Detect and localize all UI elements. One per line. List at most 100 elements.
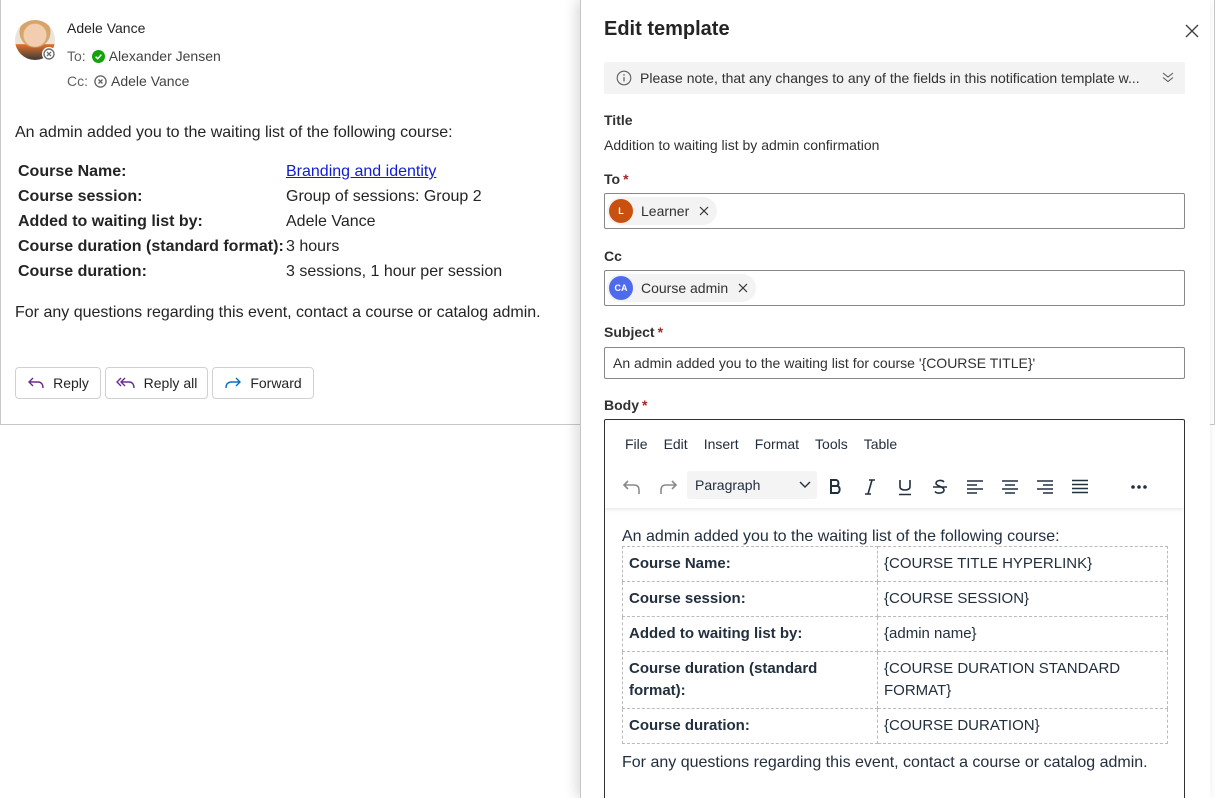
forward-button[interactable]: Forward [212,367,314,399]
to-people-picker[interactable]: L Learner [604,193,1185,229]
required-mark: * [642,397,648,413]
row-key: Added to waiting list by: [622,616,878,652]
notice-text: Please note, that any changes to any of … [640,70,1140,86]
to-recipient[interactable]: Alexander Jensen [109,48,221,64]
italic-icon[interactable] [859,476,881,498]
reply-all-button[interactable]: Reply all [105,367,208,399]
block-format-select[interactable]: Paragraph [687,471,817,499]
row-value: 3 sessions, 1 hour per session [286,263,503,280]
info-icon [616,70,632,86]
email-body: An admin added you to the waiting list o… [15,124,575,321]
subject-label: Subject * [604,324,663,340]
cc-people-picker[interactable]: CA Course admin [604,270,1185,306]
cc-chip-course-admin[interactable]: CA Course admin [607,274,757,302]
to-field-label: To * [604,171,629,187]
presence-available-icon [91,49,105,63]
subject-input[interactable]: An admin added you to the waiting list f… [604,347,1185,379]
cc-label: Cc: [67,73,88,89]
email-intro: An admin added you to the waiting list o… [15,124,453,141]
row-key: Course duration: [18,263,147,280]
editor-toolbar: Paragraph [605,468,1184,508]
strikethrough-icon[interactable] [929,476,951,498]
bold-icon[interactable] [824,476,846,498]
cc-field-label: Cc [604,248,622,264]
row-key: Course session: [622,581,878,617]
reply-all-icon [115,377,135,389]
menu-format[interactable]: Format [755,436,799,452]
presence-offline-icon [42,47,56,61]
row-key: Course Name: [18,163,127,180]
row-key: Course session: [18,188,143,205]
cc-recipient[interactable]: Adele Vance [111,73,189,89]
align-right-icon[interactable] [1034,476,1056,498]
rich-text-editor: File Edit Insert Format Tools Table Para… [604,419,1185,798]
redo-icon[interactable] [657,476,679,498]
notice-bar[interactable]: Please note, that any changes to any of … [604,62,1185,94]
to-field-label-text: To [604,171,621,187]
email-outro: For any questions regarding this event, … [15,304,541,321]
forward-icon [225,377,242,389]
align-center-icon[interactable] [999,476,1021,498]
reply-button[interactable]: Reply [15,367,101,399]
cc-line: Cc: Adele Vance [67,73,189,89]
menu-file[interactable]: File [625,436,648,452]
row-key: Course duration (standard format): [18,238,284,255]
edit-template-panel: Edit template Please note, that any chan… [580,0,1210,798]
table-row: Course Name: {COURSE TITLE HYPERLINK} [622,546,1168,582]
course-link[interactable]: Branding and identity [286,163,436,180]
table-row: Course session: {COURSE SESSION} [622,581,1168,617]
block-format-value: Paragraph [695,477,761,493]
body-label: Body * [604,397,647,413]
row-value: {COURSE DURATION STANDARD FORMAT} [877,651,1168,709]
title-label-text: Title [604,112,633,128]
align-left-icon[interactable] [964,476,986,498]
row-value: {admin name} [877,616,1168,652]
remove-icon[interactable] [699,206,709,216]
body-course-table: Course Name: {COURSE TITLE HYPERLINK} Co… [622,546,1168,744]
subject-label-text: Subject [604,324,655,340]
row-key: Course duration: [622,708,878,744]
underline-icon[interactable] [894,476,916,498]
menu-insert[interactable]: Insert [704,436,739,452]
row-key: Course Name: [622,546,878,582]
to-chip-learner[interactable]: L Learner [607,197,718,225]
more-icon[interactable] [1128,476,1150,498]
reply-icon [28,377,44,389]
row-value: 3 hours [286,238,340,255]
row-value: Adele Vance [286,213,376,230]
editor-content[interactable]: An admin added you to the waiting list o… [622,528,1168,771]
to-line: To: Alexander Jensen [67,48,221,64]
to-label: To: [67,48,86,64]
row-value: {COURSE DURATION} [877,708,1168,744]
menu-table[interactable]: Table [864,436,897,452]
table-row: Added to waiting list by: {admin name} [622,616,1168,652]
row-value: Group of sessions: Group 2 [286,188,482,205]
menu-edit[interactable]: Edit [664,436,688,452]
required-mark: * [657,324,664,340]
body-intro: An admin added you to the waiting list o… [622,528,1060,545]
chevron-down-icon [799,481,811,488]
undo-icon[interactable] [621,476,643,498]
panel-title: Edit template [604,18,730,40]
title-label: Title [604,112,633,128]
presence-offline-icon [94,74,107,88]
align-justify-icon[interactable] [1069,476,1091,498]
required-mark: * [623,171,629,187]
remove-icon[interactable] [738,283,748,293]
reply-label: Reply [53,375,89,391]
close-icon[interactable] [1183,22,1201,40]
reply-all-label: Reply all [143,375,198,391]
chip-avatar: L [609,199,633,223]
row-value: {COURSE TITLE HYPERLINK} [877,546,1168,582]
cc-field-label-text: Cc [604,248,622,264]
table-row: Course duration (standard format): {COUR… [622,651,1168,709]
row-key: Course duration (standard format): [622,651,878,709]
chevron-double-down-icon[interactable] [1161,70,1175,84]
body-outro: For any questions regarding this event, … [622,754,1148,771]
sender-name[interactable]: Adele Vance [67,20,145,36]
menu-tools[interactable]: Tools [815,436,848,452]
title-value: Addition to waiting list by admin confir… [604,137,880,153]
table-row: Course duration: {COURSE DURATION} [622,708,1168,744]
chip-avatar: CA [609,276,633,300]
forward-label: Forward [250,375,302,391]
